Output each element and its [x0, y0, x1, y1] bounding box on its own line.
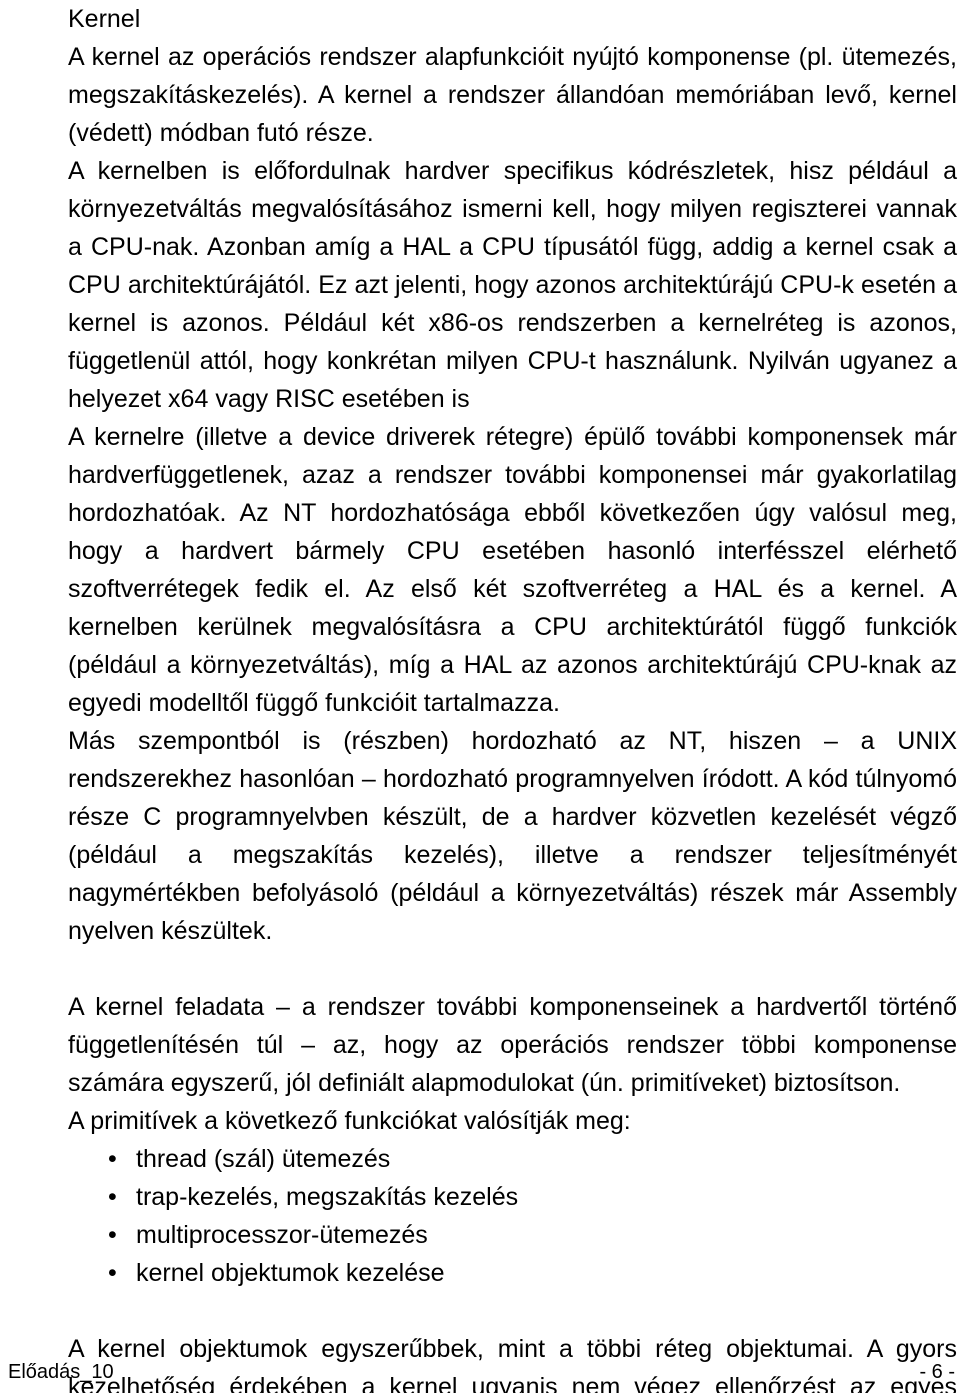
document-page: Kernel A kernel az operációs rendszer al…: [0, 0, 960, 1393]
list-item: • thread (szál) ütemezés: [68, 1140, 957, 1178]
section-heading: Kernel: [68, 5, 141, 33]
bullet-icon: •: [108, 1145, 117, 1173]
bullet-icon: •: [108, 1259, 117, 1287]
paragraph-language: Más szempontból is (részben) hordozható …: [68, 727, 957, 945]
bullet-icon: •: [108, 1221, 117, 1249]
paragraph-portability: A kernelre (illetve a device driverek ré…: [68, 423, 957, 717]
primitives-list: • thread (szál) ütemezés • trap-kezelés,…: [68, 1140, 957, 1292]
list-item: • trap-kezelés, megszakítás kezelés: [68, 1178, 957, 1216]
footer-page-number: - 6 -: [919, 1361, 955, 1383]
list-item-label: multiprocesszor-ütemezés: [136, 1221, 428, 1249]
list-item-label: trap-kezelés, megszakítás kezelés: [136, 1183, 519, 1211]
paragraph-kernel-task: A kernel feladata – a rendszer további k…: [68, 993, 957, 1097]
list-item-label: thread (szál) ütemezés: [136, 1145, 391, 1173]
list-item: • kernel objektumok kezelése: [68, 1254, 957, 1292]
list-item: • multiprocesszor-ütemezés: [68, 1216, 957, 1254]
paragraph-primitives-lead: A primitívek a következő funkciókat való…: [68, 1107, 631, 1135]
page-content: Kernel A kernel az operációs rendszer al…: [68, 0, 957, 1393]
page-footer: Előadás_10 - 6 -: [0, 1357, 960, 1387]
footer-document-label: Előadás_10: [8, 1361, 114, 1383]
paragraph-intro: A kernel az operációs rendszer alapfunkc…: [68, 43, 957, 147]
paragraph-hardware-specific: A kernelben is előfordulnak hardver spec…: [68, 157, 957, 413]
bullet-icon: •: [108, 1183, 117, 1211]
list-item-label: kernel objektumok kezelése: [136, 1259, 445, 1287]
